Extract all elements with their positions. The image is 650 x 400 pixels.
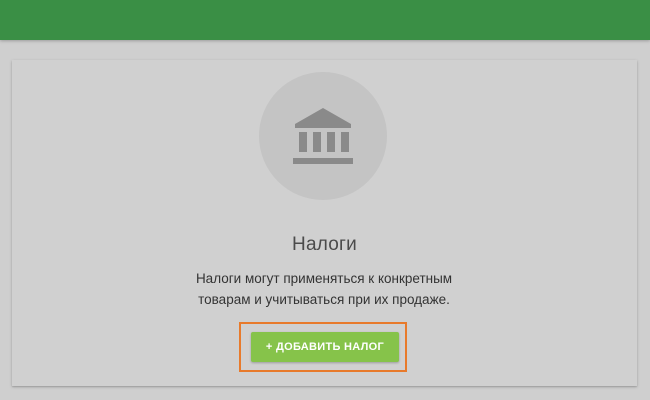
top-app-bar — [0, 0, 650, 40]
bank-icon — [293, 108, 353, 164]
button-highlight-frame: + ДОБАВИТЬ НАЛОГ — [239, 322, 407, 372]
description-line: Налоги могут применяться к конкретным — [195, 271, 453, 286]
add-tax-button[interactable]: + ДОБАВИТЬ НАЛОГ — [251, 332, 399, 362]
taxes-empty-state-card: Налоги Налоги могут применяться к конкре… — [12, 60, 637, 386]
description-line: товарам и учитываться при их продаже. — [198, 292, 450, 307]
empty-state-description: Налоги могут применяться к конкретным то… — [174, 268, 474, 310]
empty-state-title: Налоги — [292, 234, 357, 255]
icon-circle — [259, 72, 387, 200]
